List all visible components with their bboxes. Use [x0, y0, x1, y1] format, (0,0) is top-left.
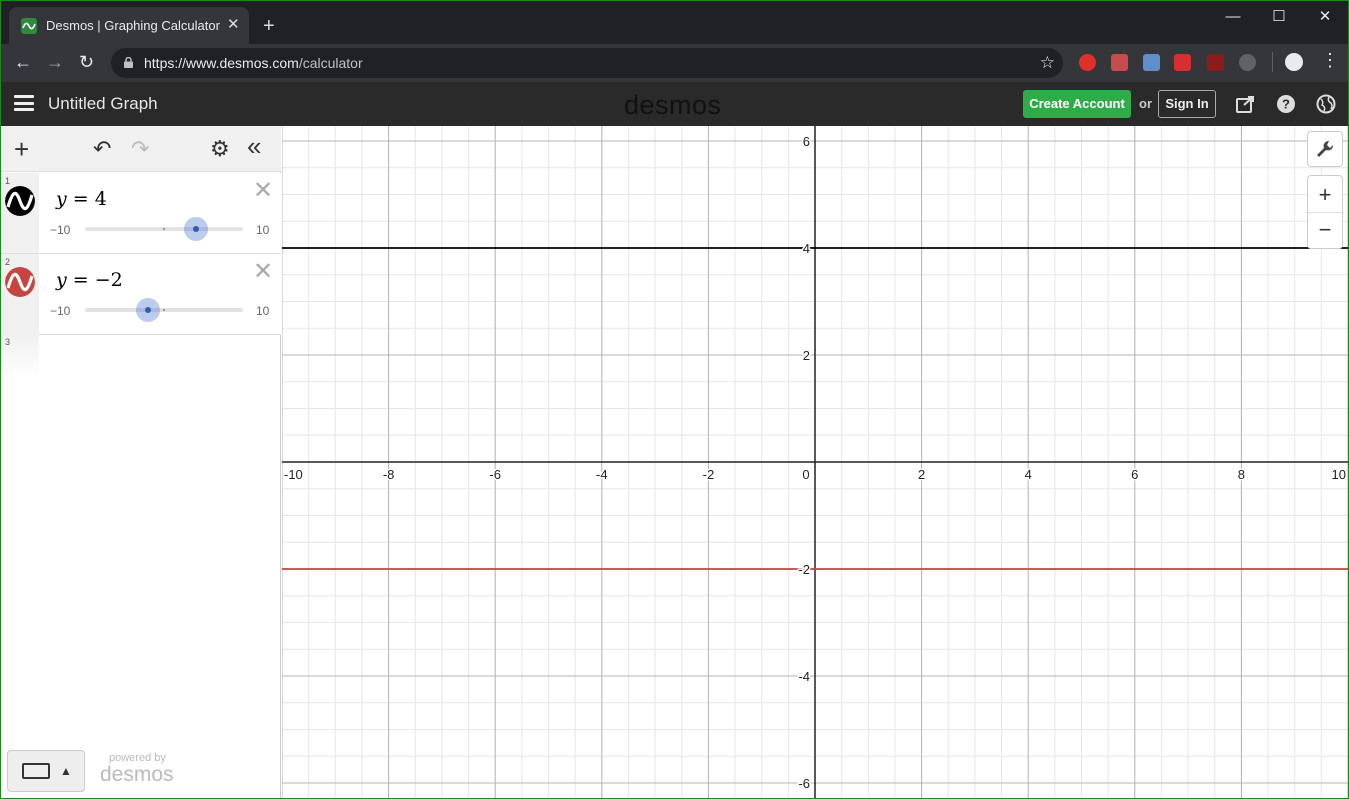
x-tick-label: -2	[703, 467, 715, 482]
expression-formula[interactable]: y = −2	[56, 269, 123, 291]
slider-min-label[interactable]: −10	[50, 304, 70, 318]
expression-row[interactable]: 1 y = 4 ✕ −10 10	[1, 173, 281, 254]
new-tab-button[interactable]: +	[263, 16, 275, 36]
expression-formula[interactable]: y = 4	[56, 188, 107, 210]
keyboard-icon	[22, 763, 50, 779]
toolbar-divider	[1272, 52, 1273, 72]
browser-toolbar: ← → ↻ https://www.desmos.com/calculator …	[1, 44, 1348, 82]
x-tick-label: 8	[1238, 467, 1245, 482]
hamburger-menu-icon[interactable]	[14, 95, 34, 111]
slider-track[interactable]	[85, 217, 243, 241]
slider-thumb[interactable]	[183, 217, 208, 241]
wrench-icon	[1317, 140, 1334, 157]
y-tick-label: 2	[803, 348, 810, 363]
lock-icon	[124, 57, 133, 68]
create-account-button[interactable]: Create Account	[1023, 90, 1131, 118]
desmos-favicon-icon	[21, 18, 37, 34]
expression-number: 2	[5, 257, 11, 267]
add-item-button[interactable]: +	[14, 136, 29, 162]
maximize-button[interactable]: ☐	[1256, 6, 1302, 28]
x-tick-label: -6	[489, 467, 501, 482]
y-tick-label: 4	[803, 241, 810, 256]
desmos-header: Untitled Graph desmos Create Account or …	[1, 82, 1348, 126]
url-text: https://www.desmos.com/calculator	[144, 55, 363, 71]
slider-min-label[interactable]: −10	[50, 223, 70, 237]
x-tick-label: 10	[1332, 467, 1346, 482]
powered-by-logo[interactable]: desmos	[100, 763, 174, 787]
forward-button[interactable]: →	[46, 52, 64, 72]
slider-track[interactable]	[85, 298, 243, 322]
x-tick-label: -10	[284, 467, 303, 482]
zoom-controls: + −	[1307, 175, 1343, 249]
slider-thumb[interactable]	[136, 298, 161, 322]
profile-avatar-icon[interactable]	[1285, 53, 1303, 71]
browser-extension-icon[interactable]	[1174, 54, 1191, 71]
redo-button[interactable]: ↷	[131, 138, 149, 160]
y-tick-label: -2	[798, 562, 810, 577]
collapse-panel-icon[interactable]: «	[247, 133, 261, 159]
globe-icon[interactable]	[1315, 93, 1337, 115]
desmos-window: Desmos | Graphing Calculator ✕ + — ☐ ✕ ←…	[0, 0, 1349, 799]
expression-row[interactable]: 2 y = −2 ✕ −10 10	[1, 254, 281, 335]
slider-max-label[interactable]: 10	[256, 223, 269, 237]
y-tick-label: -4	[798, 669, 810, 684]
slider-zero-tick	[163, 228, 165, 230]
expression-gutter: 1	[1, 173, 39, 253]
slider-zero-tick	[163, 309, 165, 311]
help-icon[interactable]: ?	[1275, 93, 1297, 115]
reload-button[interactable]: ↻	[79, 52, 94, 72]
delete-expression-icon[interactable]: ✕	[253, 260, 273, 284]
x-tick-label: 6	[1131, 467, 1138, 482]
undo-button[interactable]: ↶	[93, 138, 111, 160]
close-window-button[interactable]: ✕	[1302, 6, 1348, 28]
share-icon[interactable]	[1235, 93, 1257, 115]
back-button[interactable]: ←	[14, 52, 32, 72]
graph-title[interactable]: Untitled Graph	[48, 94, 158, 114]
or-label: or	[1139, 96, 1152, 111]
graph-canvas[interactable]: -10 -8 -6 -4 -2 0 2 4 6 8 10 6 4 2 -2 -4 -6	[282, 126, 1348, 799]
graph-settings-button[interactable]	[1307, 131, 1343, 167]
browser-extension-icon[interactable]	[1111, 54, 1128, 71]
browser-extension-icon[interactable]	[1207, 54, 1224, 71]
x-tick-label: 0	[802, 467, 809, 482]
graph-style-icon[interactable]	[5, 186, 35, 216]
expression-toolbar: + ↶ ↷ ⚙ «	[1, 126, 281, 172]
expression-number: 1	[5, 176, 11, 186]
browser-tab-strip: Desmos | Graphing Calculator ✕ + — ☐ ✕	[1, 1, 1348, 44]
tab-title: Desmos | Graphing Calculator	[46, 18, 220, 33]
x-tick-label: 2	[918, 467, 925, 482]
browser-extension-icon[interactable]	[1079, 54, 1096, 71]
x-tick-label: -4	[596, 467, 608, 482]
settings-gear-icon[interactable]: ⚙	[210, 138, 230, 160]
delete-expression-icon[interactable]: ✕	[253, 179, 273, 203]
x-tick-label: -8	[383, 467, 395, 482]
browser-tab[interactable]: Desmos | Graphing Calculator ✕	[9, 7, 249, 44]
minimize-button[interactable]: —	[1210, 6, 1256, 28]
svg-text:?: ?	[1282, 97, 1290, 112]
bookmark-star-icon[interactable]: ☆	[1040, 53, 1055, 73]
tab-close-icon[interactable]: ✕	[227, 17, 240, 33]
zoom-out-button[interactable]: −	[1308, 213, 1342, 249]
browser-extension-icon[interactable]	[1239, 54, 1256, 71]
desmos-logo: desmos	[624, 90, 722, 120]
keypad-toggle-button[interactable]: ▲	[7, 750, 85, 792]
y-tick-label: -6	[798, 776, 810, 791]
browser-menu-icon[interactable]: ⋮	[1321, 50, 1339, 70]
graph-paper[interactable]: -10 -8 -6 -4 -2 0 2 4 6 8 10 6 4 2 -2 -4 -6	[282, 126, 1348, 799]
caret-up-icon: ▲	[60, 764, 72, 778]
y-tick-label: 6	[803, 134, 810, 149]
expression-panel: + ↶ ↷ ⚙ « 1y = 4 ✕ −10 10 2 y = −2 ✕ −10 10 3 ▲ …	[1, 126, 281, 798]
expression-gutter: 2	[1, 254, 39, 334]
address-bar[interactable]: https://www.desmos.com/calculator ☆	[111, 48, 1063, 78]
slider-max-label[interactable]: 10	[256, 304, 269, 318]
browser-extension-icon[interactable]	[1143, 54, 1160, 71]
zoom-in-button[interactable]: +	[1308, 176, 1342, 213]
sign-in-button[interactable]: Sign In	[1158, 90, 1216, 118]
graph-style-icon[interactable]	[5, 267, 35, 297]
x-tick-label: 4	[1025, 467, 1032, 482]
empty-expression-row[interactable]: 3	[1, 334, 39, 380]
